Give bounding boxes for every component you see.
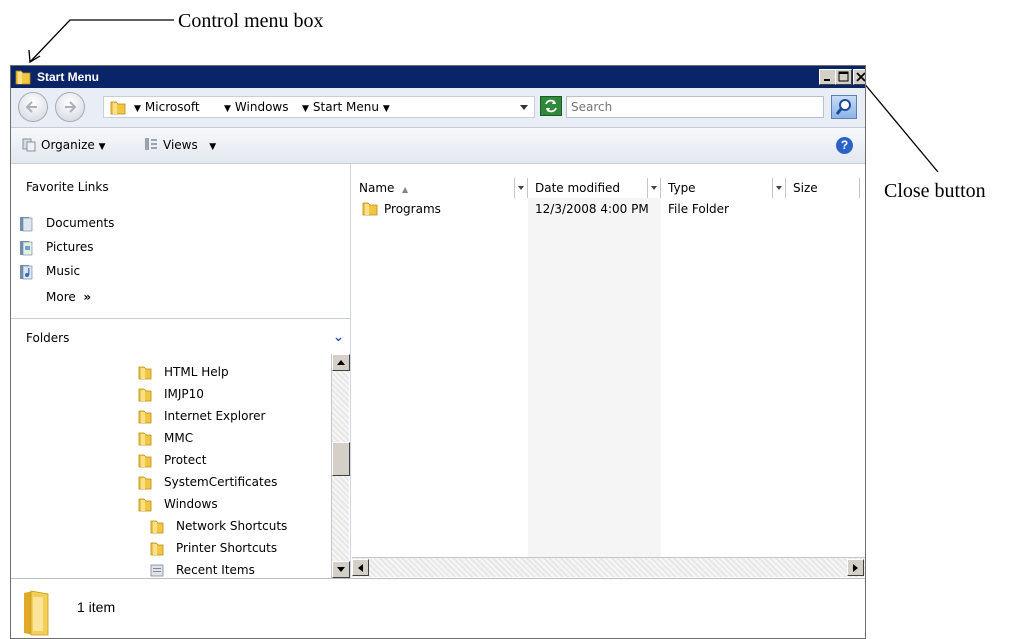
forward-button[interactable] (55, 92, 85, 122)
scroll-up-button[interactable] (332, 354, 350, 371)
close-button[interactable] (853, 69, 865, 85)
minimize-icon (824, 79, 830, 81)
favorite-link-documents[interactable]: Documents (19, 214, 239, 234)
maximize-icon (838, 71, 849, 82)
scroll-right-arrow-icon (853, 564, 858, 572)
favorite-links-title: Favorite Links (26, 180, 109, 194)
scroll-right-button[interactable] (847, 559, 864, 576)
navigation-pane: Favorite Links Documents Pictures Music … (11, 164, 351, 578)
address-bar: ▼ Microsoft ▼ Windows ▼ Start Menu ▼ (11, 88, 865, 128)
folder-icon (138, 388, 152, 402)
folders-title[interactable]: Folders (26, 331, 69, 345)
file-date-cell: 12/3/2008 4:00 PM (535, 202, 649, 216)
file-name-cell[interactable]: Programs (384, 202, 441, 216)
column-header-name[interactable]: Name ▲ (352, 178, 528, 198)
explorer-window: Start Menu ▼ Microsoft ▼ Windows ▼ Start Me… (10, 65, 866, 639)
sort-ascending-icon: ▲ (402, 185, 409, 194)
music-icon (20, 265, 33, 280)
search-input[interactable] (566, 96, 824, 118)
column-header-row: Name ▲ Date modified Type Size (352, 178, 865, 198)
breadcrumb-windows[interactable]: ▼ Windows (224, 100, 289, 114)
scroll-up-arrow-icon (337, 360, 345, 365)
file-list-pane: Name ▲ Date modified Type Size Programs … (352, 164, 865, 578)
window-title: Start Menu (37, 70, 100, 84)
folder-icon (150, 542, 164, 556)
control-menu-folder-icon[interactable] (15, 69, 31, 85)
scroll-left-button[interactable] (352, 559, 369, 576)
pictures-icon (20, 241, 33, 256)
column-header-type[interactable]: Type (661, 178, 786, 198)
breadcrumb-arrow-icon: ▼ (382, 104, 390, 114)
title-bar[interactable]: Start Menu (11, 66, 865, 88)
folder-icon (138, 476, 152, 490)
refresh-button[interactable] (540, 96, 562, 116)
address-folder-icon (110, 101, 126, 115)
views-button[interactable]: Views ▼ (163, 138, 216, 152)
maximize-button[interactable] (835, 69, 852, 85)
scroll-down-button[interactable] (332, 561, 350, 578)
help-icon[interactable]: ? (836, 137, 853, 154)
pane-divider[interactable] (11, 318, 351, 319)
folder-icon (138, 454, 152, 468)
favorite-link-music[interactable]: Music (19, 262, 239, 282)
column-header-date-modified[interactable]: Date modified (528, 178, 661, 198)
folder-icon (150, 520, 164, 534)
command-toolbar: Organize ▼ Views ▼ ? (11, 128, 865, 164)
address-box[interactable]: ▼ Microsoft ▼ Windows ▼ Start Menu ▼ (103, 96, 535, 118)
back-arrow-icon (25, 101, 37, 113)
close-button-pointer (862, 81, 939, 173)
breadcrumb-arrow-icon: ▼ (224, 104, 231, 114)
large-folder-icon (24, 590, 49, 636)
breadcrumb-microsoft[interactable]: ▼ Microsoft (134, 100, 200, 114)
folders-vertical-scrollbar[interactable] (331, 354, 350, 578)
close-icon (856, 72, 865, 82)
organize-dropdown-icon: ▼ (98, 142, 106, 152)
back-button[interactable] (18, 92, 48, 122)
file-list-horizontal-scrollbar[interactable] (352, 557, 865, 577)
column-header-size[interactable]: Size (786, 178, 860, 198)
breadcrumb-start-menu[interactable]: ▼ Start Menu ▼ (302, 100, 394, 114)
folder-icon (138, 498, 152, 512)
favorite-links-more-button[interactable]: More » (46, 290, 91, 304)
refresh-icon (545, 99, 557, 113)
breadcrumb-arrow-icon: ▼ (134, 104, 141, 114)
folder-icon (138, 366, 152, 380)
favorite-link-pictures[interactable]: Pictures (19, 238, 239, 258)
organize-icon (22, 138, 36, 152)
search-icon (835, 99, 851, 115)
forward-arrow-icon (65, 101, 77, 113)
recent-items-icon (150, 564, 164, 577)
address-history-dropdown[interactable] (520, 105, 528, 110)
breadcrumb-arrow-icon: ▼ (302, 104, 309, 114)
details-pane: 1 item (11, 578, 865, 638)
column-filter-dropdown[interactable] (772, 178, 785, 198)
folder-icon (362, 202, 378, 216)
control-menu-box-annotation: Control menu box (178, 10, 324, 32)
views-dropdown-icon: ▼ (209, 142, 217, 152)
scroll-down-arrow-icon (337, 567, 345, 572)
scroll-left-arrow-icon (358, 564, 363, 572)
close-button-annotation: Close button (884, 180, 986, 202)
more-chevron-icon: » (83, 290, 92, 304)
search-button[interactable] (831, 95, 857, 119)
organize-button[interactable]: Organize ▼ (41, 138, 106, 152)
file-type-cell: File Folder (668, 202, 729, 216)
folders-collapse-chevron-icon[interactable]: ⌄ (333, 330, 344, 345)
control-menu-box-pointer (28, 19, 174, 64)
views-icon (145, 138, 157, 150)
documents-icon (20, 217, 33, 232)
folder-icon (138, 432, 152, 446)
minimize-button[interactable] (819, 69, 836, 85)
scroll-thumb[interactable] (332, 442, 350, 476)
item-count: 1 item (77, 599, 116, 615)
sorted-column-highlight (528, 198, 661, 558)
folder-icon (138, 410, 152, 424)
column-filter-dropdown[interactable] (647, 178, 660, 198)
column-filter-dropdown[interactable] (514, 178, 527, 198)
